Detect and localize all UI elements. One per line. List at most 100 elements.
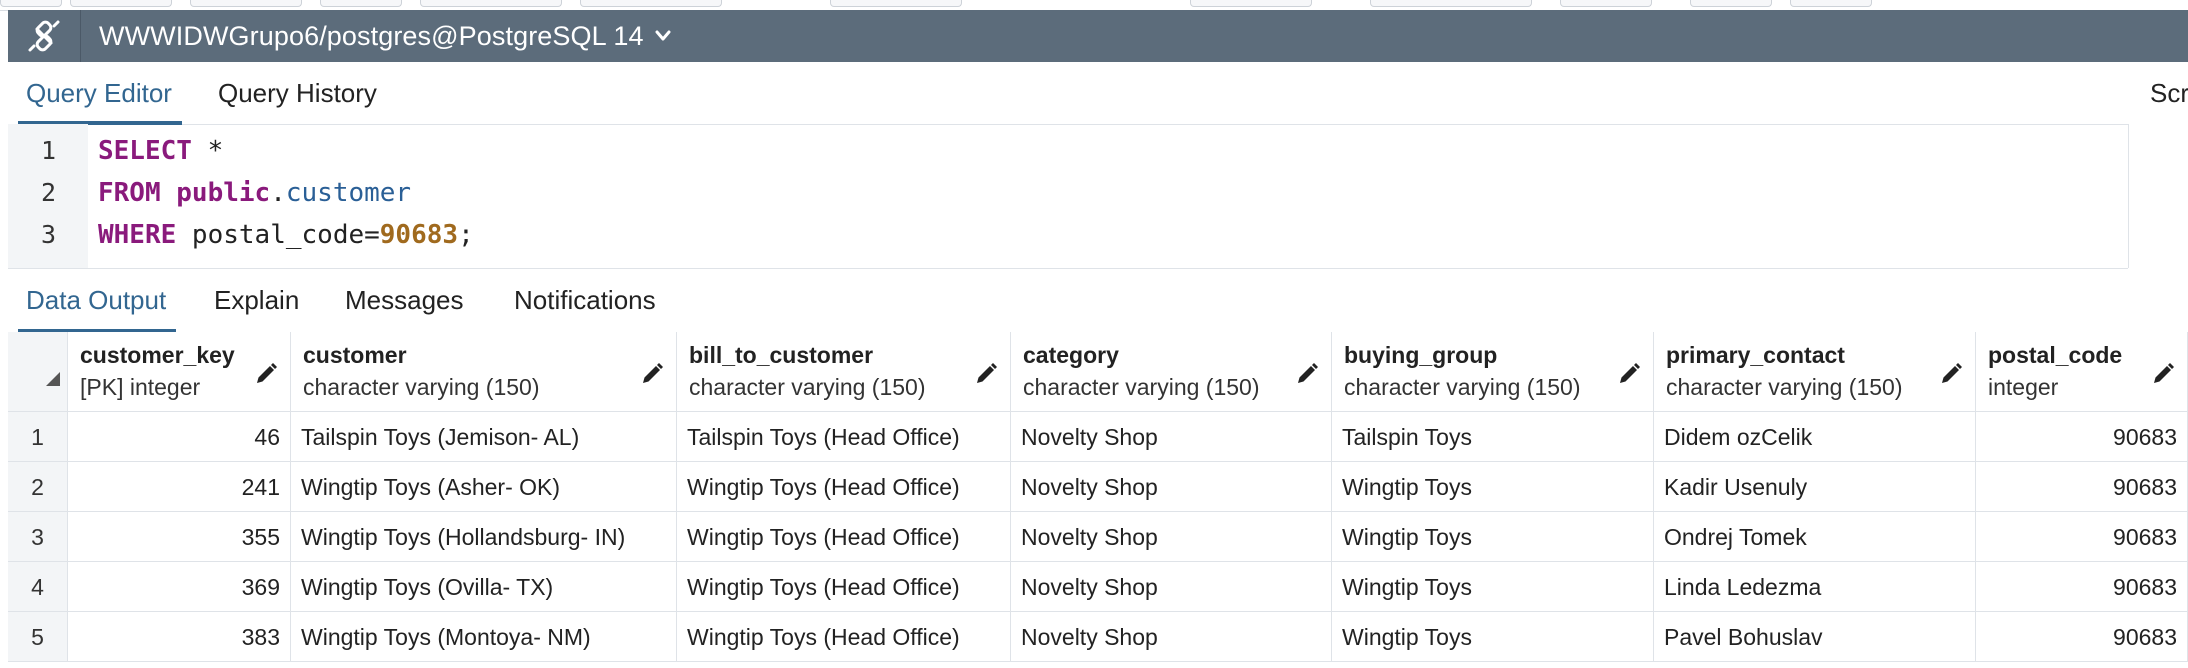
- table-cell[interactable]: Wingtip Toys (Head Office): [677, 562, 1011, 612]
- toolbar-button[interactable]: [1190, 0, 1312, 7]
- table-cell[interactable]: Wingtip Toys (Asher- OK): [291, 462, 677, 512]
- code-line: SELECT *: [98, 136, 223, 166]
- select-all-corner[interactable]: [8, 332, 68, 412]
- connection-title[interactable]: WWWIDWGrupo6/postgres@PostgreSQL 14: [99, 21, 644, 52]
- tab-scratch-pad[interactable]: Scr: [2150, 62, 2188, 124]
- line-number: 3: [40, 220, 56, 249]
- tab-data-output[interactable]: Data Output: [18, 268, 177, 333]
- table-cell[interactable]: Tailspin Toys: [1332, 412, 1654, 462]
- toolbar-button[interactable]: [830, 0, 962, 7]
- table-row[interactable]: 3 355 Wingtip Toys (Hollandsburg- IN) Wi…: [8, 512, 2188, 562]
- table-cell[interactable]: 90683: [1976, 562, 2188, 612]
- toolbar-button[interactable]: [1790, 0, 1872, 7]
- table-cell[interactable]: Wingtip Toys (Head Office): [677, 512, 1011, 562]
- table-cell[interactable]: Wingtip Toys: [1332, 512, 1654, 562]
- column-header[interactable]: postal_code integer: [1976, 332, 2188, 412]
- editor-tabs: Query Editor Query History Scr: [8, 62, 2188, 125]
- column-type: integer: [1988, 374, 2059, 400]
- table-cell[interactable]: Ondrej Tomek: [1654, 512, 1976, 562]
- column-header[interactable]: bill_to_customer character varying (150): [677, 332, 1011, 412]
- row-number[interactable]: 2: [8, 462, 68, 512]
- table-cell[interactable]: 90683: [1976, 412, 2188, 462]
- column-name: customer: [303, 342, 407, 368]
- toolbar-button[interactable]: [1690, 0, 1772, 7]
- column-header[interactable]: category character varying (150): [1011, 332, 1332, 412]
- table-cell[interactable]: Novelty Shop: [1011, 412, 1332, 462]
- scratch-pad-panel[interactable]: [2128, 124, 2188, 268]
- table-cell[interactable]: Didem ozCelik: [1654, 412, 1976, 462]
- sql-editor[interactable]: 1 2 3 SELECT * FROM public.customer WHER…: [8, 124, 2128, 269]
- toolbar-button[interactable]: [1560, 0, 1652, 7]
- table-cell[interactable]: 90683: [1976, 512, 2188, 562]
- table-cell[interactable]: Novelty Shop: [1011, 462, 1332, 512]
- table-cell[interactable]: Tailspin Toys (Jemison- AL): [291, 412, 677, 462]
- sql-keyword: WHERE: [98, 220, 177, 250]
- toolbar-button[interactable]: [190, 0, 302, 7]
- tab-query-history[interactable]: Query History: [218, 62, 377, 124]
- table-cell[interactable]: 90683: [1976, 612, 2188, 662]
- toolbar-button[interactable]: [0, 0, 62, 7]
- line-number: 1: [40, 136, 56, 165]
- toolbar-button[interactable]: [580, 0, 722, 7]
- tab-query-editor[interactable]: Query Editor: [18, 62, 182, 125]
- column-header[interactable]: customer_key [PK] integer: [68, 332, 291, 412]
- table-cell[interactable]: Wingtip Toys: [1332, 462, 1654, 512]
- sql-dot: .: [270, 178, 286, 208]
- code-line: WHERE postal_code=90683;: [98, 220, 474, 250]
- column-type: character varying (150): [1023, 374, 1260, 400]
- table-cell[interactable]: 241: [68, 462, 291, 512]
- table-cell[interactable]: Wingtip Toys (Head Office): [677, 612, 1011, 662]
- toolbar-button[interactable]: [320, 0, 402, 7]
- connection-icon[interactable]: [8, 10, 81, 62]
- column-type: character varying (150): [689, 374, 926, 400]
- row-number[interactable]: 3: [8, 512, 68, 562]
- pencil-icon[interactable]: [1295, 362, 1319, 386]
- table-cell[interactable]: 90683: [1976, 462, 2188, 512]
- column-header[interactable]: primary_contact character varying (150): [1654, 332, 1976, 412]
- table-cell[interactable]: Wingtip Toys: [1332, 612, 1654, 662]
- pencil-icon[interactable]: [254, 362, 278, 386]
- pencil-icon[interactable]: [640, 362, 664, 386]
- tab-notifications[interactable]: Notifications: [514, 268, 656, 332]
- row-number[interactable]: 5: [8, 612, 68, 662]
- table-cell[interactable]: Pavel Bohuslav: [1654, 612, 1976, 662]
- column-name: buying_group: [1344, 342, 1498, 368]
- tab-messages[interactable]: Messages: [345, 268, 464, 332]
- row-number[interactable]: 1: [8, 412, 68, 462]
- table-row[interactable]: 2 241 Wingtip Toys (Asher- OK) Wingtip T…: [8, 462, 2188, 512]
- toolbar-button[interactable]: [70, 0, 172, 7]
- pencil-icon[interactable]: [1617, 362, 1641, 386]
- table-cell[interactable]: 355: [68, 512, 291, 562]
- table-row[interactable]: 4 369 Wingtip Toys (Ovilla- TX) Wingtip …: [8, 562, 2188, 612]
- table-cell[interactable]: Linda Ledezma: [1654, 562, 1976, 612]
- table-cell[interactable]: Wingtip Toys (Ovilla- TX): [291, 562, 677, 612]
- column-header[interactable]: customer character varying (150): [291, 332, 677, 412]
- table-cell[interactable]: Novelty Shop: [1011, 562, 1332, 612]
- table-cell[interactable]: Wingtip Toys (Head Office): [677, 462, 1011, 512]
- table-cell[interactable]: Novelty Shop: [1011, 612, 1332, 662]
- table-cell[interactable]: Novelty Shop: [1011, 512, 1332, 562]
- table-cell[interactable]: Tailspin Toys (Head Office): [677, 412, 1011, 462]
- tab-query-history-label: Query History: [218, 78, 377, 108]
- line-number: 2: [40, 178, 56, 207]
- table-cell[interactable]: Kadir Usenuly: [1654, 462, 1976, 512]
- table-cell[interactable]: 383: [68, 612, 291, 662]
- sql-keyword: FROM: [98, 178, 161, 208]
- row-number[interactable]: 4: [8, 562, 68, 612]
- table-cell[interactable]: Wingtip Toys (Hollandsburg- IN): [291, 512, 677, 562]
- chevron-down-icon[interactable]: [654, 29, 672, 43]
- table-row[interactable]: 5 383 Wingtip Toys (Montoya- NM) Wingtip…: [8, 612, 2188, 662]
- toolbar-button[interactable]: [1370, 0, 1532, 7]
- pencil-icon[interactable]: [2151, 362, 2175, 386]
- tab-explain-label: Explain: [214, 285, 300, 315]
- pencil-icon[interactable]: [974, 362, 998, 386]
- table-cell[interactable]: Wingtip Toys: [1332, 562, 1654, 612]
- table-cell[interactable]: 46: [68, 412, 291, 462]
- table-cell[interactable]: 369: [68, 562, 291, 612]
- table-row[interactable]: 1 46 Tailspin Toys (Jemison- AL) Tailspi…: [8, 412, 2188, 462]
- pencil-icon[interactable]: [1939, 362, 1963, 386]
- tab-explain[interactable]: Explain: [214, 268, 299, 332]
- toolbar-button[interactable]: [420, 0, 562, 7]
- column-header[interactable]: buying_group character varying (150): [1332, 332, 1654, 412]
- table-cell[interactable]: Wingtip Toys (Montoya- NM): [291, 612, 677, 662]
